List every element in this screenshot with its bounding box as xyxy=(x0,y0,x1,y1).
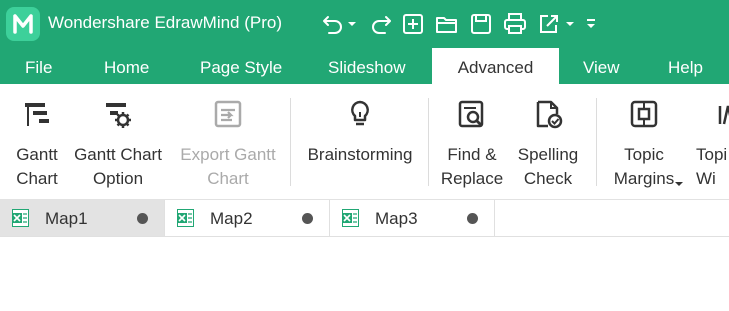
doc-tab-map3[interactable]: Map3 xyxy=(330,200,495,236)
spelling-check-label: Spelling Check xyxy=(517,145,579,188)
doc-tab-label: Map2 xyxy=(210,209,253,228)
gantt-chart-option-icon xyxy=(102,98,134,130)
menu-view[interactable]: View xyxy=(583,48,620,84)
mindmap-file-icon xyxy=(177,209,194,227)
menu-slideshow[interactable]: Slideshow xyxy=(328,48,406,84)
mindmap-file-icon xyxy=(12,209,29,227)
brainstorming-label: Brainstorming xyxy=(307,145,413,164)
mindmap-file-icon xyxy=(342,209,359,227)
undo-dropdown-icon[interactable] xyxy=(346,10,358,38)
unsaved-indicator-icon[interactable] xyxy=(302,213,313,224)
print-icon[interactable] xyxy=(502,10,528,38)
gantt-chart-label: Gantt Chart xyxy=(16,145,58,188)
topic-width-icon xyxy=(716,98,729,130)
spelling-check-icon xyxy=(532,98,564,130)
doc-tab-map1[interactable]: Map1 xyxy=(0,200,165,236)
ribbon-toolbar: Gantt Chart Gantt Chart Option Export Ga… xyxy=(0,84,729,200)
spelling-check-button[interactable]: Spelling Check xyxy=(512,84,584,199)
title-bar: Wondershare EdrawMind (Pro) xyxy=(0,0,729,48)
undo-icon[interactable] xyxy=(320,10,346,38)
redo-icon[interactable] xyxy=(368,10,394,38)
menu-page-style[interactable]: Page Style xyxy=(200,48,282,84)
customize-toolbar-icon[interactable] xyxy=(584,10,598,38)
ribbon-separator xyxy=(428,98,429,186)
doc-tab-map2[interactable]: Map2 xyxy=(165,200,330,236)
topic-margins-label: Topic Margins xyxy=(613,145,675,188)
doc-tab-label: Map1 xyxy=(45,209,88,228)
menu-file[interactable]: File xyxy=(25,48,52,84)
gantt-chart-option-button[interactable]: Gantt Chart Option xyxy=(70,84,166,199)
export-gantt-chart-button[interactable]: Export Gantt Chart xyxy=(172,84,284,199)
open-icon[interactable] xyxy=(434,10,460,38)
ribbon-separator xyxy=(290,98,291,186)
topic-margins-button[interactable]: Topic Margins xyxy=(606,84,683,199)
doc-tab-label: Map3 xyxy=(375,209,418,228)
app-title: Wondershare EdrawMind (Pro) xyxy=(48,13,282,32)
export-gantt-chart-icon xyxy=(212,98,244,130)
topic-width-button[interactable]: Topi Wi xyxy=(690,84,729,199)
find-replace-button[interactable]: Find & Replace xyxy=(436,84,508,199)
gantt-chart-option-label: Gantt Chart Option xyxy=(74,145,162,188)
topic-margins-dropdown-icon xyxy=(675,182,683,186)
unsaved-indicator-icon[interactable] xyxy=(467,213,478,224)
lightbulb-icon xyxy=(344,98,376,130)
find-replace-label: Find & Replace xyxy=(440,145,504,188)
ribbon-separator xyxy=(596,98,597,186)
export-dropdown-icon[interactable] xyxy=(564,10,576,38)
topic-margins-icon xyxy=(628,98,660,130)
menu-help[interactable]: Help xyxy=(668,48,703,84)
save-icon[interactable] xyxy=(468,10,494,38)
mindmap-canvas[interactable] xyxy=(0,237,729,311)
find-replace-icon xyxy=(456,98,488,130)
edrawmind-logo-icon xyxy=(6,7,40,41)
unsaved-indicator-icon[interactable] xyxy=(137,213,148,224)
topic-width-label: Topi Wi xyxy=(696,145,728,188)
gantt-chart-button[interactable]: Gantt Chart xyxy=(6,84,68,199)
document-tabs: Map1 Map2 Map3 xyxy=(0,200,729,237)
menu-advanced[interactable]: Advanced xyxy=(432,48,559,84)
new-icon[interactable] xyxy=(400,10,426,38)
menu-bar: File Home Page Style Slideshow Advanced … xyxy=(0,48,729,84)
export-icon[interactable] xyxy=(536,10,562,38)
menu-home[interactable]: Home xyxy=(104,48,149,84)
gantt-chart-icon xyxy=(21,98,53,130)
brainstorming-button[interactable]: Brainstorming xyxy=(300,84,420,199)
export-gantt-chart-label: Export Gantt Chart xyxy=(180,145,276,188)
